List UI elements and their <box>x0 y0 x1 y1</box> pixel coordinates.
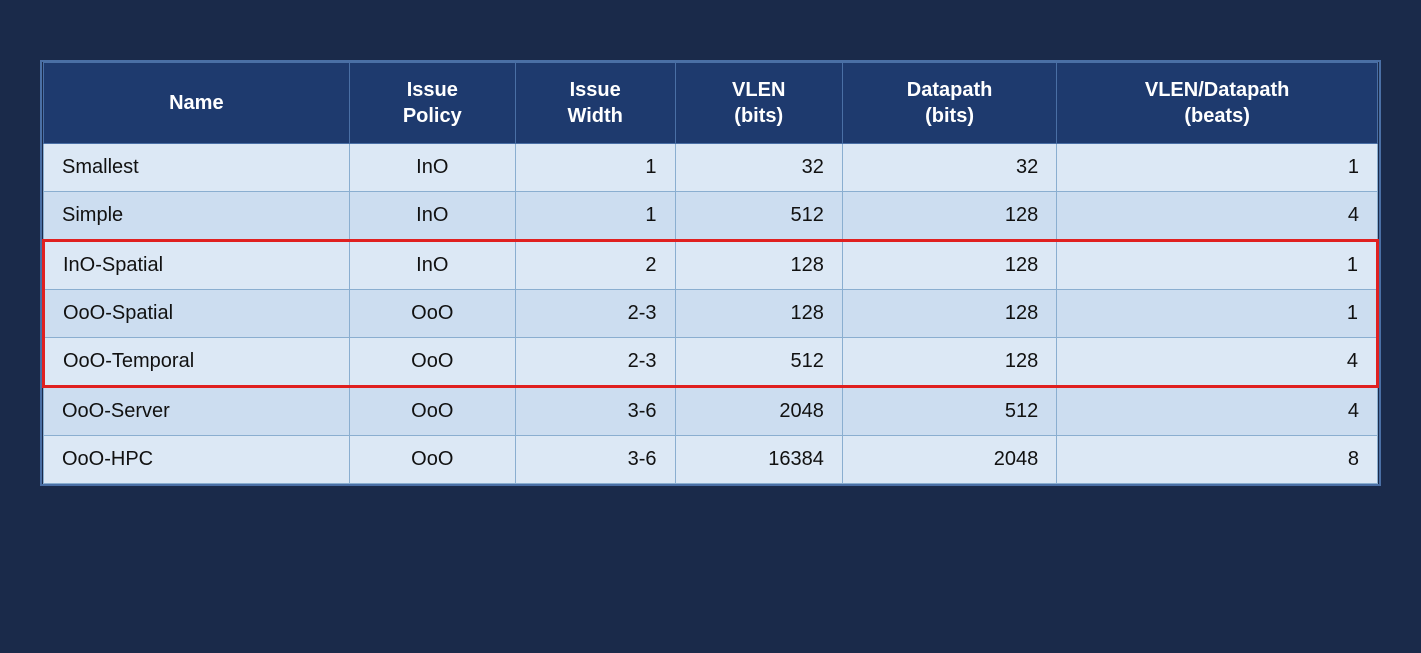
cell-datapath: 128 <box>842 290 1056 338</box>
cell-vlen: 512 <box>675 338 842 387</box>
cell-name: Smallest <box>44 144 350 192</box>
cell-datapath: 128 <box>842 241 1056 290</box>
table-row: OoO-HPCOoO3-61638420488 <box>44 436 1378 484</box>
cell-issue-width: 2 <box>515 241 675 290</box>
cell-issue-policy: OoO <box>349 338 515 387</box>
cell-vlen: 16384 <box>675 436 842 484</box>
col-header-vlen-datapath: VLEN/Datapath(beats) <box>1057 63 1378 144</box>
cell-issue-policy: OoO <box>349 290 515 338</box>
cell-name: InO-Spatial <box>44 241 350 290</box>
table-row: OoO-SpatialOoO2-31281281 <box>44 290 1378 338</box>
cell-datapath: 128 <box>842 192 1056 241</box>
cell-vlen: 512 <box>675 192 842 241</box>
cell-issue-width: 1 <box>515 192 675 241</box>
cell-datapath: 512 <box>842 387 1056 436</box>
cell-vlen-datapath: 1 <box>1057 241 1378 290</box>
cell-name: OoO-Spatial <box>44 290 350 338</box>
cell-name: OoO-HPC <box>44 436 350 484</box>
col-header-issue-policy: IssuePolicy <box>349 63 515 144</box>
table-container: Name IssuePolicy IssueWidth VLEN(bits) D… <box>40 60 1381 486</box>
cell-name: OoO-Server <box>44 387 350 436</box>
cell-vlen-datapath: 4 <box>1057 338 1378 387</box>
cell-issue-width: 1 <box>515 144 675 192</box>
cell-vlen: 2048 <box>675 387 842 436</box>
col-header-vlen: VLEN(bits) <box>675 63 842 144</box>
col-header-issue-width: IssueWidth <box>515 63 675 144</box>
cell-vlen-datapath: 4 <box>1057 192 1378 241</box>
cell-issue-policy: InO <box>349 241 515 290</box>
cell-vlen-datapath: 1 <box>1057 144 1378 192</box>
col-header-name: Name <box>44 63 350 144</box>
cell-issue-policy: OoO <box>349 436 515 484</box>
cell-issue-width: 3-6 <box>515 436 675 484</box>
cell-vlen-datapath: 8 <box>1057 436 1378 484</box>
cell-issue-policy: OoO <box>349 387 515 436</box>
cell-vlen: 32 <box>675 144 842 192</box>
cell-issue-width: 3-6 <box>515 387 675 436</box>
table-row: SmallestInO132321 <box>44 144 1378 192</box>
cell-issue-policy: InO <box>349 192 515 241</box>
table-row: SimpleInO15121284 <box>44 192 1378 241</box>
cell-vlen: 128 <box>675 241 842 290</box>
cell-vlen: 128 <box>675 290 842 338</box>
cell-datapath: 32 <box>842 144 1056 192</box>
cell-name: Simple <box>44 192 350 241</box>
cell-issue-width: 2-3 <box>515 338 675 387</box>
col-header-datapath: Datapath(bits) <box>842 63 1056 144</box>
cell-issue-width: 2-3 <box>515 290 675 338</box>
data-table: Name IssuePolicy IssueWidth VLEN(bits) D… <box>42 62 1379 484</box>
table-header-row: Name IssuePolicy IssueWidth VLEN(bits) D… <box>44 63 1378 144</box>
table-row: OoO-TemporalOoO2-35121284 <box>44 338 1378 387</box>
table-row: OoO-ServerOoO3-620485124 <box>44 387 1378 436</box>
cell-vlen-datapath: 4 <box>1057 387 1378 436</box>
cell-datapath: 2048 <box>842 436 1056 484</box>
table-row: InO-SpatialInO21281281 <box>44 241 1378 290</box>
cell-vlen-datapath: 1 <box>1057 290 1378 338</box>
cell-issue-policy: InO <box>349 144 515 192</box>
cell-datapath: 128 <box>842 338 1056 387</box>
cell-name: OoO-Temporal <box>44 338 350 387</box>
